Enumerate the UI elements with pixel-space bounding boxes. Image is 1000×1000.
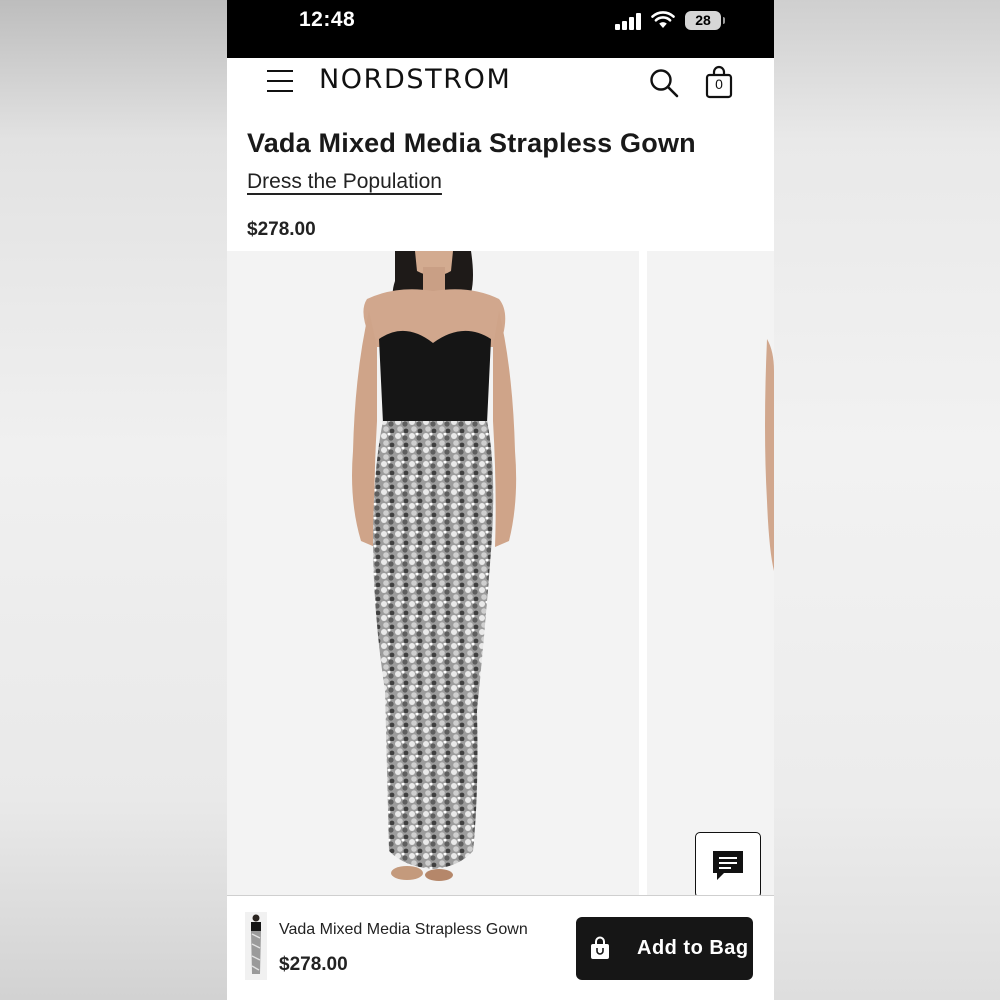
next-image-preview <box>765 339 774 571</box>
brand-logo[interactable]: NORDSTROM <box>319 64 511 95</box>
background-right <box>774 0 1000 1000</box>
wifi-icon <box>651 11 675 28</box>
sticky-add-to-bag-bar: Vada Mixed Media Strapless Gown $278.00 … <box>227 895 774 1000</box>
menu-icon[interactable] <box>267 70 293 92</box>
product-price: $278.00 <box>247 219 316 240</box>
status-bar: 12:48 28 <box>227 0 774 58</box>
add-to-bag-label: Add to Bag <box>637 937 749 959</box>
add-to-bag-button[interactable]: Add to Bag <box>576 917 753 980</box>
chat-icon <box>713 851 743 880</box>
product-title: Vada Mixed Media Strapless Gown <box>247 128 696 158</box>
bottom-bar-price: $278.00 <box>279 954 348 975</box>
chat-button[interactable] <box>695 832 761 898</box>
bottom-bar-title: Vada Mixed Media Strapless Gown <box>279 921 528 938</box>
status-time: 12:48 <box>299 8 356 31</box>
battery-icon: 28 <box>685 11 725 30</box>
site-header: NORDSTROM 0 <box>227 58 774 106</box>
phone-screen: 12:48 28 NORDSTROM 0 Vada Mixed Media St… <box>227 0 774 1000</box>
product-thumbnail <box>245 912 267 980</box>
search-icon[interactable] <box>649 68 679 98</box>
product-image-main[interactable] <box>227 251 639 895</box>
brand-link[interactable]: Dress the Population <box>247 170 442 194</box>
shopping-bag-icon <box>591 936 609 959</box>
product-image-next[interactable] <box>647 251 774 895</box>
background-left <box>0 0 227 1000</box>
cellular-signal-icon <box>615 12 643 30</box>
image-gallery[interactable] <box>227 251 774 895</box>
bag-count: 0 <box>715 76 723 92</box>
shopping-bag-icon[interactable]: 0 <box>705 65 733 99</box>
model-gown-illustration <box>352 251 517 881</box>
